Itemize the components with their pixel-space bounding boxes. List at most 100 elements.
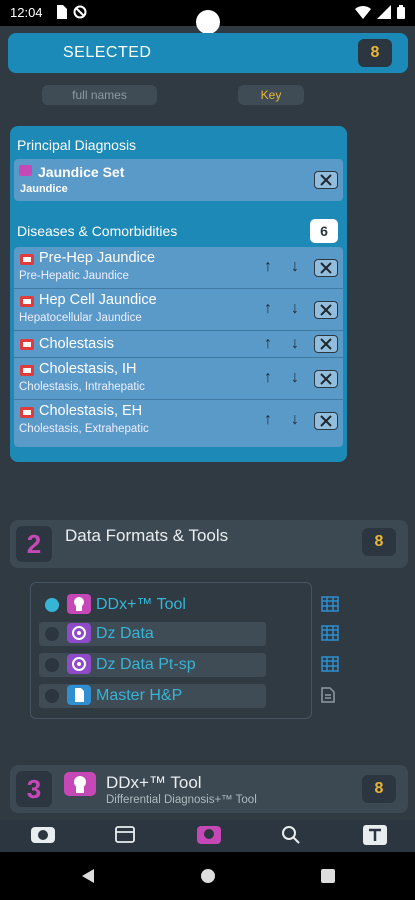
- move-up-button[interactable]: ↑: [264, 258, 272, 276]
- section-subtitle: Differential Diagnosis+™ Tool: [106, 794, 257, 806]
- list-item[interactable]: Cholestasis, EH Cholestasis, Extrahepati…: [14, 400, 343, 442]
- move-down-button[interactable]: ↓: [291, 411, 299, 429]
- close-icon: [320, 262, 332, 274]
- diseases-count-badge: 6: [310, 219, 338, 243]
- signal-icon: [377, 5, 391, 19]
- selected-panel: Principal Diagnosis Jaundice Set Jaundic…: [10, 126, 347, 462]
- tool-option-dz-data-pt-sp[interactable]: Dz Data Pt-sp: [39, 653, 339, 677]
- remove-button[interactable]: [314, 301, 338, 319]
- flag-icon: [20, 254, 34, 265]
- sim-card-icon: [57, 5, 67, 19]
- move-up-button[interactable]: ↑: [264, 369, 272, 387]
- battery-icon: [397, 5, 405, 19]
- section-count-badge: 8: [362, 775, 396, 803]
- remove-button[interactable]: [314, 412, 338, 430]
- key-toggle[interactable]: Key: [238, 85, 304, 105]
- selected-header[interactable]: SELECTED 8: [8, 33, 408, 73]
- section-data-formats[interactable]: 2 Data Formats & Tools 8: [10, 520, 408, 568]
- camera-cutout: [196, 10, 220, 34]
- radio-unselected[interactable]: [45, 627, 59, 641]
- section-number: 2: [16, 526, 52, 562]
- system-navigation-bar: [0, 852, 415, 900]
- disease-sub: Pre-Hepatic Jaundice: [19, 270, 129, 282]
- list-item[interactable]: Hep Cell Jaundice Hepatocellular Jaundic…: [14, 289, 343, 331]
- nav-home-icon[interactable]: [30, 824, 56, 846]
- tool-option-ddx[interactable]: DDx+™ Tool: [39, 593, 339, 617]
- disease-sub: Hepatocellular Jaundice: [19, 312, 142, 324]
- tool-option-dz-data[interactable]: Dz Data: [39, 622, 339, 646]
- move-up-button[interactable]: ↑: [264, 411, 272, 429]
- move-down-button[interactable]: ↓: [291, 369, 299, 387]
- table-icon[interactable]: [321, 625, 339, 641]
- close-icon: [320, 373, 332, 385]
- principal-diagnosis-item[interactable]: Jaundice Set Jaundice: [14, 159, 343, 201]
- brain-icon: [64, 772, 96, 796]
- home-icon[interactable]: [200, 868, 216, 884]
- disease-name: Cholestasis, IH: [39, 361, 137, 377]
- section-count-badge: 8: [362, 528, 396, 556]
- diseases-list: Pre-Hep Jaundice Pre-Hepatic Jaundice ↑ …: [14, 247, 343, 447]
- swirl-icon: [67, 654, 91, 674]
- wifi-icon: [355, 6, 371, 19]
- disease-name: Cholestasis: [39, 336, 114, 352]
- principal-diagnosis-heading: Principal Diagnosis: [17, 137, 137, 153]
- radio-unselected[interactable]: [45, 689, 59, 703]
- flag-icon: [20, 365, 34, 376]
- remove-button[interactable]: [314, 335, 338, 353]
- close-icon: [320, 338, 332, 350]
- tools-list: DDx+™ Tool Dz Data Dz Data Pt-sp Master …: [30, 582, 339, 719]
- move-up-button[interactable]: ↑: [264, 335, 272, 353]
- nav-calendar-icon[interactable]: [114, 824, 140, 846]
- radio-selected[interactable]: [45, 598, 59, 612]
- document-icon[interactable]: [321, 687, 335, 703]
- list-item[interactable]: Cholestasis, IH Cholestasis, Intrahepati…: [14, 358, 343, 400]
- remove-button[interactable]: [314, 370, 338, 388]
- disease-sub: Cholestasis, Intrahepatic: [19, 381, 145, 393]
- close-icon: [320, 415, 332, 427]
- section-ddx-tool[interactable]: 3 DDx+™ Tool Differential Diagnosis+™ To…: [10, 765, 408, 813]
- blocked-icon: [73, 5, 87, 19]
- table-icon[interactable]: [321, 656, 339, 672]
- recents-icon[interactable]: [320, 868, 336, 884]
- nav-brain-icon[interactable]: [196, 824, 222, 846]
- set-icon: [19, 165, 32, 176]
- tool-label: Dz Data: [96, 625, 154, 642]
- remove-principal-button[interactable]: [314, 171, 338, 189]
- diseases-heading: Diseases & Comorbidities: [17, 223, 178, 239]
- flag-icon: [20, 339, 34, 350]
- remove-button[interactable]: [314, 259, 338, 277]
- move-down-button[interactable]: ↓: [291, 335, 299, 353]
- disease-sub: Cholestasis, Extrahepatic: [19, 423, 149, 435]
- nav-bookmark-icon[interactable]: [362, 824, 388, 846]
- flag-icon: [20, 407, 34, 418]
- move-down-button[interactable]: ↓: [291, 300, 299, 318]
- brain-icon: [67, 594, 91, 614]
- tool-label: Dz Data Pt-sp: [96, 656, 196, 673]
- table-icon[interactable]: [321, 596, 339, 612]
- close-icon: [320, 304, 332, 316]
- document-icon: [67, 685, 91, 705]
- radio-unselected[interactable]: [45, 658, 59, 672]
- back-icon[interactable]: [80, 868, 96, 884]
- disease-name: Cholestasis, EH: [39, 403, 143, 419]
- section-number: 3: [16, 771, 52, 807]
- selected-count-badge: 8: [358, 39, 392, 67]
- full-names-toggle[interactable]: full names: [42, 85, 157, 105]
- section-title: DDx+™ Tool: [106, 773, 202, 792]
- tool-option-master-hp[interactable]: Master H&P: [39, 684, 335, 708]
- tool-label: Master H&P: [96, 687, 183, 704]
- list-item[interactable]: Pre-Hep Jaundice Pre-Hepatic Jaundice ↑ …: [14, 247, 343, 289]
- list-item[interactable]: Cholestasis ↑ ↓: [14, 331, 343, 358]
- section-title: Data Formats & Tools: [65, 526, 229, 545]
- close-icon: [320, 174, 332, 186]
- flag-icon: [20, 296, 34, 307]
- status-time: 12:04: [10, 5, 43, 20]
- nav-search-icon[interactable]: [280, 824, 306, 846]
- bottom-navigation: [0, 820, 415, 852]
- move-up-button[interactable]: ↑: [264, 300, 272, 318]
- disease-name: Pre-Hep Jaundice: [39, 250, 156, 266]
- selected-title: SELECTED: [63, 44, 152, 61]
- disease-name: Hep Cell Jaundice: [39, 292, 157, 308]
- swirl-icon: [67, 623, 91, 643]
- move-down-button[interactable]: ↓: [291, 258, 299, 276]
